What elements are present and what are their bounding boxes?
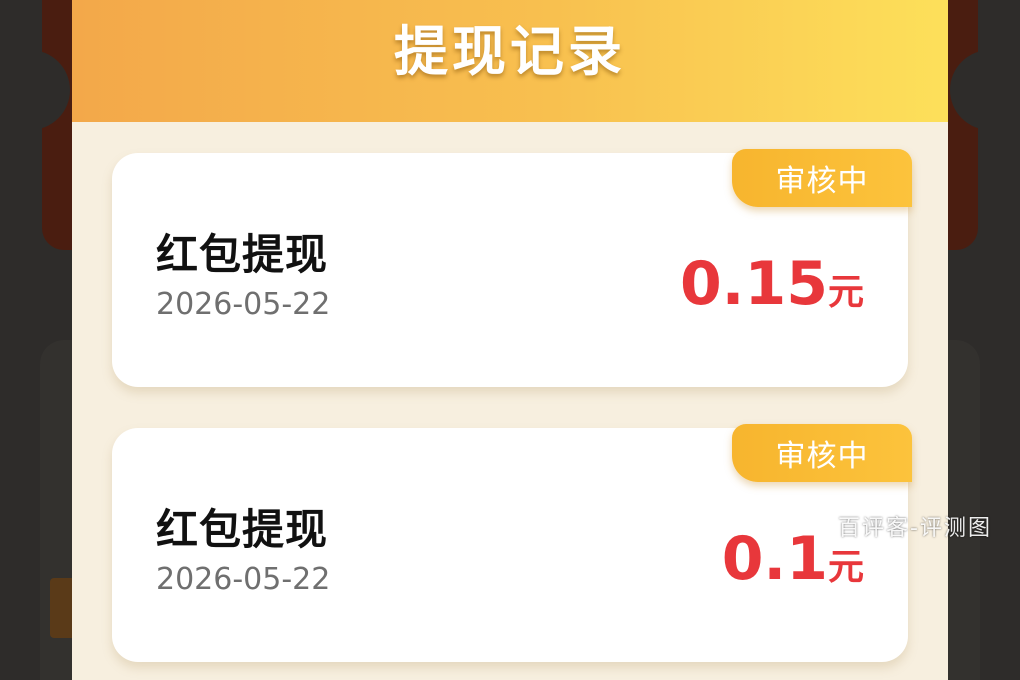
record-date: 2026-05-22 [156, 562, 331, 597]
withdraw-record-card[interactable]: 审核中 红包提现 2026-05-22 0.15 元 [112, 149, 912, 387]
status-badge: 审核中 [732, 424, 912, 482]
record-title: 红包提现 [156, 505, 329, 554]
record-date: 2026-05-22 [156, 287, 331, 322]
status-label: 审核中 [775, 439, 869, 474]
modal-title: 提现记录 [394, 19, 626, 83]
withdraw-records-modal: 提现记录 审核中 红包提现 2026-05-22 0.15 元 审核中 红包提现… [72, 0, 948, 680]
amount-value: 0.1 [721, 524, 828, 594]
record-amount: 0.15 元 [680, 249, 864, 319]
amount-unit: 元 [827, 547, 864, 588]
status-label: 审核中 [775, 164, 869, 199]
amount-value: 0.15 [679, 249, 828, 319]
withdraw-record-card[interactable]: 审核中 红包提现 2026-05-22 0.1 元 [112, 424, 912, 662]
status-badge: 审核中 [732, 149, 912, 207]
amount-unit: 元 [827, 272, 864, 313]
modal-header: 提现记录 [72, 0, 948, 122]
record-title: 红包提现 [156, 230, 329, 279]
watermark-text: 百评客-评测图 [838, 516, 992, 541]
